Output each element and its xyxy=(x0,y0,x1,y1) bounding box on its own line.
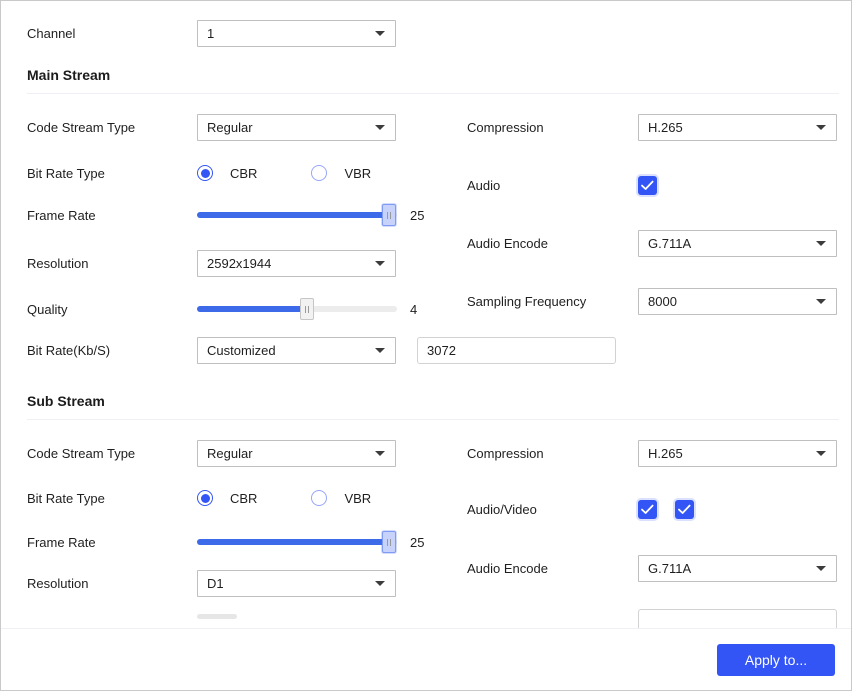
chevron-down-icon xyxy=(816,566,826,571)
slider-handle[interactable] xyxy=(382,531,396,553)
sub-compression-select[interactable]: H.265 xyxy=(638,439,837,467)
main-compression-select[interactable]: H.265 xyxy=(638,113,837,141)
sub-audio-encode-value: G.711A xyxy=(648,560,692,576)
sub-compression-value: H.265 xyxy=(648,445,683,461)
main-bit-rate-custom-input[interactable]: 3072 xyxy=(417,336,616,364)
main-sampling-frequency-label: Sampling Frequency xyxy=(467,293,587,309)
chevron-down-icon xyxy=(816,125,826,130)
sub-video-checkbox[interactable] xyxy=(675,499,694,519)
main-sampling-frequency-row: Sampling Frequency 8000 xyxy=(1,287,851,315)
section-divider xyxy=(27,93,839,94)
slider-handle[interactable] xyxy=(382,204,396,226)
main-bit-rate-label: Bit Rate(Kb/S) xyxy=(27,342,111,358)
sub-quality-slider-partial[interactable] xyxy=(197,614,237,619)
main-audio-encode-label: Audio Encode xyxy=(467,235,548,251)
main-audio-label: Audio xyxy=(467,177,501,193)
main-frame-rate-label: Frame Rate xyxy=(27,207,96,223)
sub-frame-rate-value: 25 xyxy=(410,534,425,550)
sub-audio-checkbox[interactable] xyxy=(638,499,657,519)
channel-row: Channel 1 xyxy=(1,19,851,47)
main-audio-row: Audio xyxy=(1,171,851,199)
sub-audio-encode-select[interactable]: G.711A xyxy=(638,554,837,582)
main-resolution-value: 2592x1944 xyxy=(207,255,272,271)
main-compression-row: Compression H.265 xyxy=(1,113,851,141)
chevron-down-icon xyxy=(816,299,826,304)
main-audio-encode-row: Audio Encode G.711A xyxy=(1,229,851,257)
sub-compression-row: Compression H.265 xyxy=(1,439,851,467)
main-bit-rate-value: Customized xyxy=(207,342,276,358)
chevron-down-icon xyxy=(375,261,385,266)
chevron-down-icon xyxy=(816,241,826,246)
main-bit-rate-row: Bit Rate(Kb/S) Customized 3072 xyxy=(1,336,851,364)
section-divider xyxy=(27,419,839,420)
check-icon xyxy=(641,504,654,514)
sub-frame-rate-row: Frame Rate 25 xyxy=(1,528,431,556)
channel-select[interactable]: 1 xyxy=(197,19,396,47)
main-sampling-frequency-value: 8000 xyxy=(648,293,677,309)
sub-audio-video-label: Audio/Video xyxy=(467,501,537,517)
sub-audio-encode-label: Audio Encode xyxy=(467,560,548,576)
main-sampling-frequency-select[interactable]: 8000 xyxy=(638,287,837,315)
channel-label: Channel xyxy=(27,25,76,41)
sub-stream-title: Sub Stream xyxy=(27,393,105,409)
sub-audio-video-row: Audio/Video xyxy=(1,495,851,523)
main-audio-encode-select[interactable]: G.711A xyxy=(638,229,837,257)
apply-to-button[interactable]: Apply to... xyxy=(717,644,835,676)
chevron-down-icon xyxy=(375,348,385,353)
sub-sampling-frequency-select-partial[interactable] xyxy=(638,609,837,629)
check-icon xyxy=(678,504,691,514)
main-frame-rate-slider[interactable]: 25 xyxy=(197,204,424,226)
main-stream-title: Main Stream xyxy=(27,67,111,83)
channel-select-value: 1 xyxy=(207,25,215,41)
main-compression-label: Compression xyxy=(467,119,544,135)
main-bit-rate-custom-value: 3072 xyxy=(427,342,456,358)
main-compression-value: H.265 xyxy=(648,119,683,135)
main-audio-encode-value: G.711A xyxy=(648,235,692,251)
sub-compression-label: Compression xyxy=(467,445,544,461)
main-bit-rate-select[interactable]: Customized xyxy=(197,336,396,364)
chevron-down-icon xyxy=(816,451,826,456)
video-encoding-settings-panel: Channel 1 Main Stream Code Stream Type R… xyxy=(0,0,852,691)
settings-scroll-area: Channel 1 Main Stream Code Stream Type R… xyxy=(1,1,851,629)
sub-audio-video-checkbox-group xyxy=(638,499,694,519)
slider-fill xyxy=(197,212,389,218)
main-audio-checkbox[interactable] xyxy=(638,175,657,195)
sub-audio-encode-row: Audio Encode G.711A xyxy=(1,554,851,582)
main-frame-rate-value: 25 xyxy=(410,207,425,223)
main-resolution-label: Resolution xyxy=(27,255,89,271)
main-stream-section-header: Main Stream xyxy=(1,67,851,97)
sub-stream-section-header: Sub Stream xyxy=(1,393,851,423)
panel-footer: Apply to... xyxy=(1,628,851,690)
chevron-down-icon xyxy=(375,31,385,36)
sub-frame-rate-label: Frame Rate xyxy=(27,534,96,550)
sub-frame-rate-slider[interactable]: 25 xyxy=(197,531,424,553)
main-frame-rate-row: Frame Rate 25 xyxy=(1,201,431,229)
slider-fill xyxy=(197,539,389,545)
check-icon xyxy=(641,180,654,190)
